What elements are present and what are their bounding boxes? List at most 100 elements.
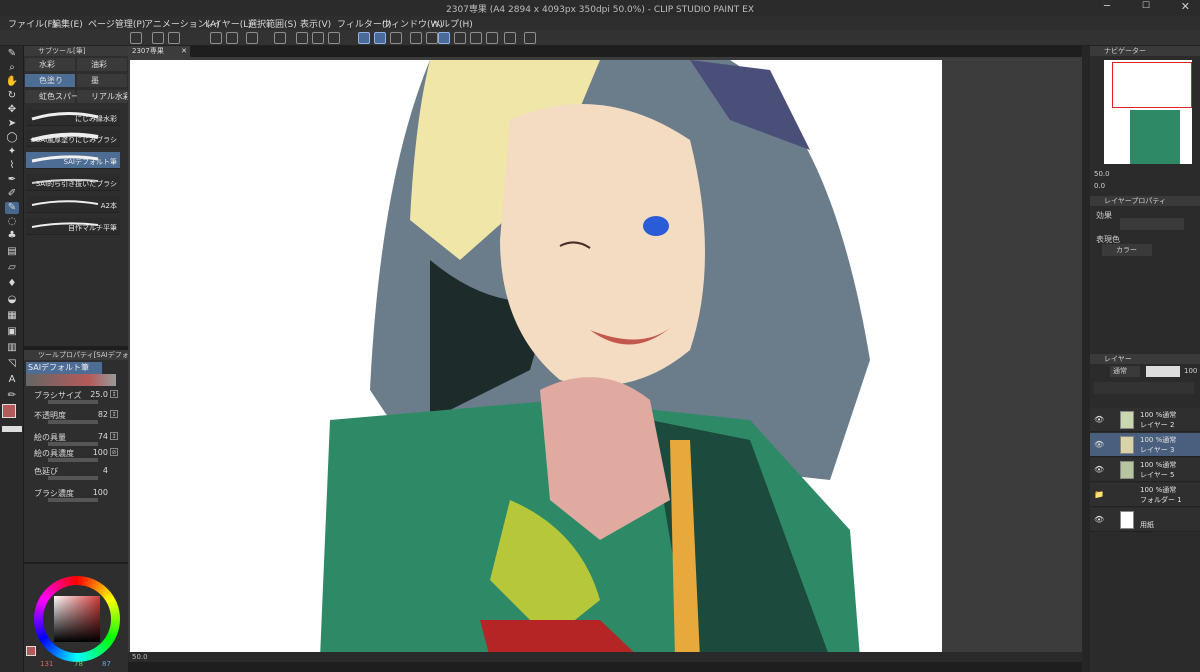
ruler-snap-icon[interactable]: [410, 32, 422, 44]
eye-icon[interactable]: 👁: [1094, 415, 1104, 424]
menu-file[interactable]: ファイル(F): [8, 17, 56, 30]
magic-wand-icon[interactable]: ✦: [5, 146, 19, 158]
link-icon[interactable]: [470, 32, 482, 44]
save-icon[interactable]: [168, 32, 180, 44]
lasso-icon[interactable]: [454, 32, 466, 44]
rotate-icon[interactable]: ↻: [5, 90, 19, 102]
navigator-preview[interactable]: [1104, 60, 1192, 164]
brush-item-selected[interactable]: SAIデフォルト筆: [26, 152, 120, 169]
prop-brush-size[interactable]: ブラシサイズ 25.0 ↕: [28, 390, 120, 406]
brush-icon[interactable]: ✎: [5, 202, 19, 214]
prop-paint-density[interactable]: 絵の具濃度 100 ⊘: [28, 448, 120, 464]
prop-slider[interactable]: [48, 400, 98, 404]
prop-slider[interactable]: [48, 420, 98, 424]
brush-item[interactable]: SAI的ら引き抜いたブラシ: [26, 174, 120, 191]
saturation-square[interactable]: [54, 596, 100, 642]
balloon-icon[interactable]: ✏: [5, 390, 19, 402]
hand-icon[interactable]: ✋: [5, 76, 19, 88]
menu-selection[interactable]: 選択範囲(S): [248, 17, 297, 30]
zoom-icon[interactable]: ⌕: [5, 62, 19, 74]
pressure-icon[interactable]: ↕: [110, 390, 118, 398]
blend-icon[interactable]: ♦: [5, 278, 19, 290]
close-tab-icon[interactable]: ✕: [181, 46, 187, 57]
eye-icon[interactable]: 👁: [1094, 515, 1104, 524]
crop-icon[interactable]: [328, 32, 340, 44]
pen-icon[interactable]: ✎: [5, 48, 19, 60]
color-mode-toggle[interactable]: [2, 426, 22, 432]
brush-item[interactable]: A2本: [26, 196, 120, 213]
blend-mode-select[interactable]: 通常: [1110, 366, 1140, 377]
eye-icon[interactable]: 👁: [1094, 465, 1104, 474]
layer-row-folder[interactable]: 📁 100 %通常 フォルダー 1: [1090, 483, 1200, 507]
prop-slider[interactable]: [48, 476, 98, 480]
prop-brush-density[interactable]: ブラシ濃度 100: [28, 488, 120, 504]
navigator-view-rect[interactable]: [1112, 62, 1192, 108]
open-icon[interactable]: [152, 32, 164, 44]
prop-slider[interactable]: [48, 458, 98, 462]
decoration-icon[interactable]: ♣: [5, 230, 19, 242]
fill-icon[interactable]: [274, 32, 286, 44]
clear-icon[interactable]: [246, 32, 258, 44]
document-tab[interactable]: 2307専果 ✕: [128, 46, 190, 57]
brush-item[interactable]: 自作マルチ平筆: [26, 218, 120, 235]
gradient-icon[interactable]: ▤: [5, 246, 19, 258]
minimize-icon[interactable]: ─: [1104, 1, 1110, 12]
move-icon[interactable]: ✥: [5, 104, 19, 116]
layer-row[interactable]: 👁 100 %通常 レイヤー 5: [1090, 458, 1200, 482]
figure-icon[interactable]: ▣: [5, 326, 19, 338]
fill-tool-icon[interactable]: ◒: [5, 294, 19, 306]
prop-slider[interactable]: [48, 498, 98, 502]
color-mode-select[interactable]: カラー: [1102, 244, 1152, 256]
text-icon[interactable]: A: [5, 374, 19, 386]
deselect-icon[interactable]: [312, 32, 324, 44]
menu-help[interactable]: ヘルプ(H): [432, 17, 473, 30]
opacity-value[interactable]: 100: [1184, 367, 1197, 375]
prop-paint-amount[interactable]: 絵の具量 74 ↕: [28, 432, 120, 448]
effect-buttons[interactable]: [1120, 218, 1184, 230]
layer-row[interactable]: 👁 100 %通常 レイヤー 2: [1090, 408, 1200, 432]
airbrush-icon[interactable]: ◌: [5, 216, 19, 228]
pressure-icon[interactable]: ↕: [110, 410, 118, 418]
ruler-tool-icon[interactable]: ◹: [5, 358, 19, 370]
main-color-chip[interactable]: [26, 646, 36, 656]
frame-icon[interactable]: ▥: [5, 342, 19, 354]
lasso-tool-icon[interactable]: ◯: [5, 132, 19, 144]
canvas-paper[interactable]: [130, 60, 942, 658]
prop-opacity[interactable]: 不透明度 82 ↕: [28, 410, 120, 426]
pressure-icon[interactable]: ⊘: [110, 448, 118, 456]
close-icon[interactable]: ✕: [1181, 0, 1190, 13]
main-color-swatch[interactable]: [2, 404, 16, 418]
pressure-icon[interactable]: ↕: [110, 432, 118, 440]
navigator-zoom[interactable]: 50.0: [1094, 170, 1110, 178]
redo-icon[interactable]: [226, 32, 238, 44]
prop-color-stretch[interactable]: 色延び 4: [28, 466, 120, 482]
stabilizer-icon[interactable]: [358, 32, 370, 44]
eye-icon[interactable]: 👁: [1094, 440, 1104, 449]
text-tool-icon[interactable]: [524, 32, 536, 44]
subtool-tab-watercolor[interactable]: 水彩: [25, 58, 75, 71]
layer-row-selected[interactable]: 👁 100 %通常 レイヤー 3: [1090, 433, 1200, 457]
help-icon[interactable]: [426, 32, 438, 44]
menu-view[interactable]: 表示(V): [300, 17, 331, 30]
pen-mode-icon[interactable]: [438, 32, 450, 44]
gradient-tool-icon[interactable]: ▦: [5, 310, 19, 322]
right-scrollbar[interactable]: [1082, 46, 1090, 672]
brush-item[interactable]: にじみ縁水彩: [26, 109, 120, 126]
eyedropper-icon[interactable]: ⌇: [5, 160, 19, 172]
snap-icon[interactable]: [374, 32, 386, 44]
subtool-tab-coloring[interactable]: 色塗り: [25, 74, 75, 87]
subtool-tab-ink[interactable]: 墨: [77, 74, 127, 87]
prop-slider[interactable]: [48, 442, 98, 446]
eraser-icon[interactable]: ▱: [5, 262, 19, 274]
layer-row-paper[interactable]: 👁 用紙: [1090, 508, 1200, 532]
opacity-slider[interactable]: [1146, 366, 1180, 377]
layer-toolbar[interactable]: [1094, 382, 1194, 394]
navigator-angle[interactable]: 0.0: [1094, 182, 1105, 190]
ruler2-icon[interactable]: [486, 32, 498, 44]
brush-item[interactable]: ★SAI風厚塗りにじみブラシ: [26, 130, 120, 147]
pencil-icon[interactable]: ✐: [5, 188, 19, 200]
transform-icon[interactable]: [296, 32, 308, 44]
pen-tool-icon[interactable]: ✒: [5, 174, 19, 186]
new-canvas-icon[interactable]: [130, 32, 142, 44]
select-arrow-icon[interactable]: ➤: [5, 118, 19, 130]
